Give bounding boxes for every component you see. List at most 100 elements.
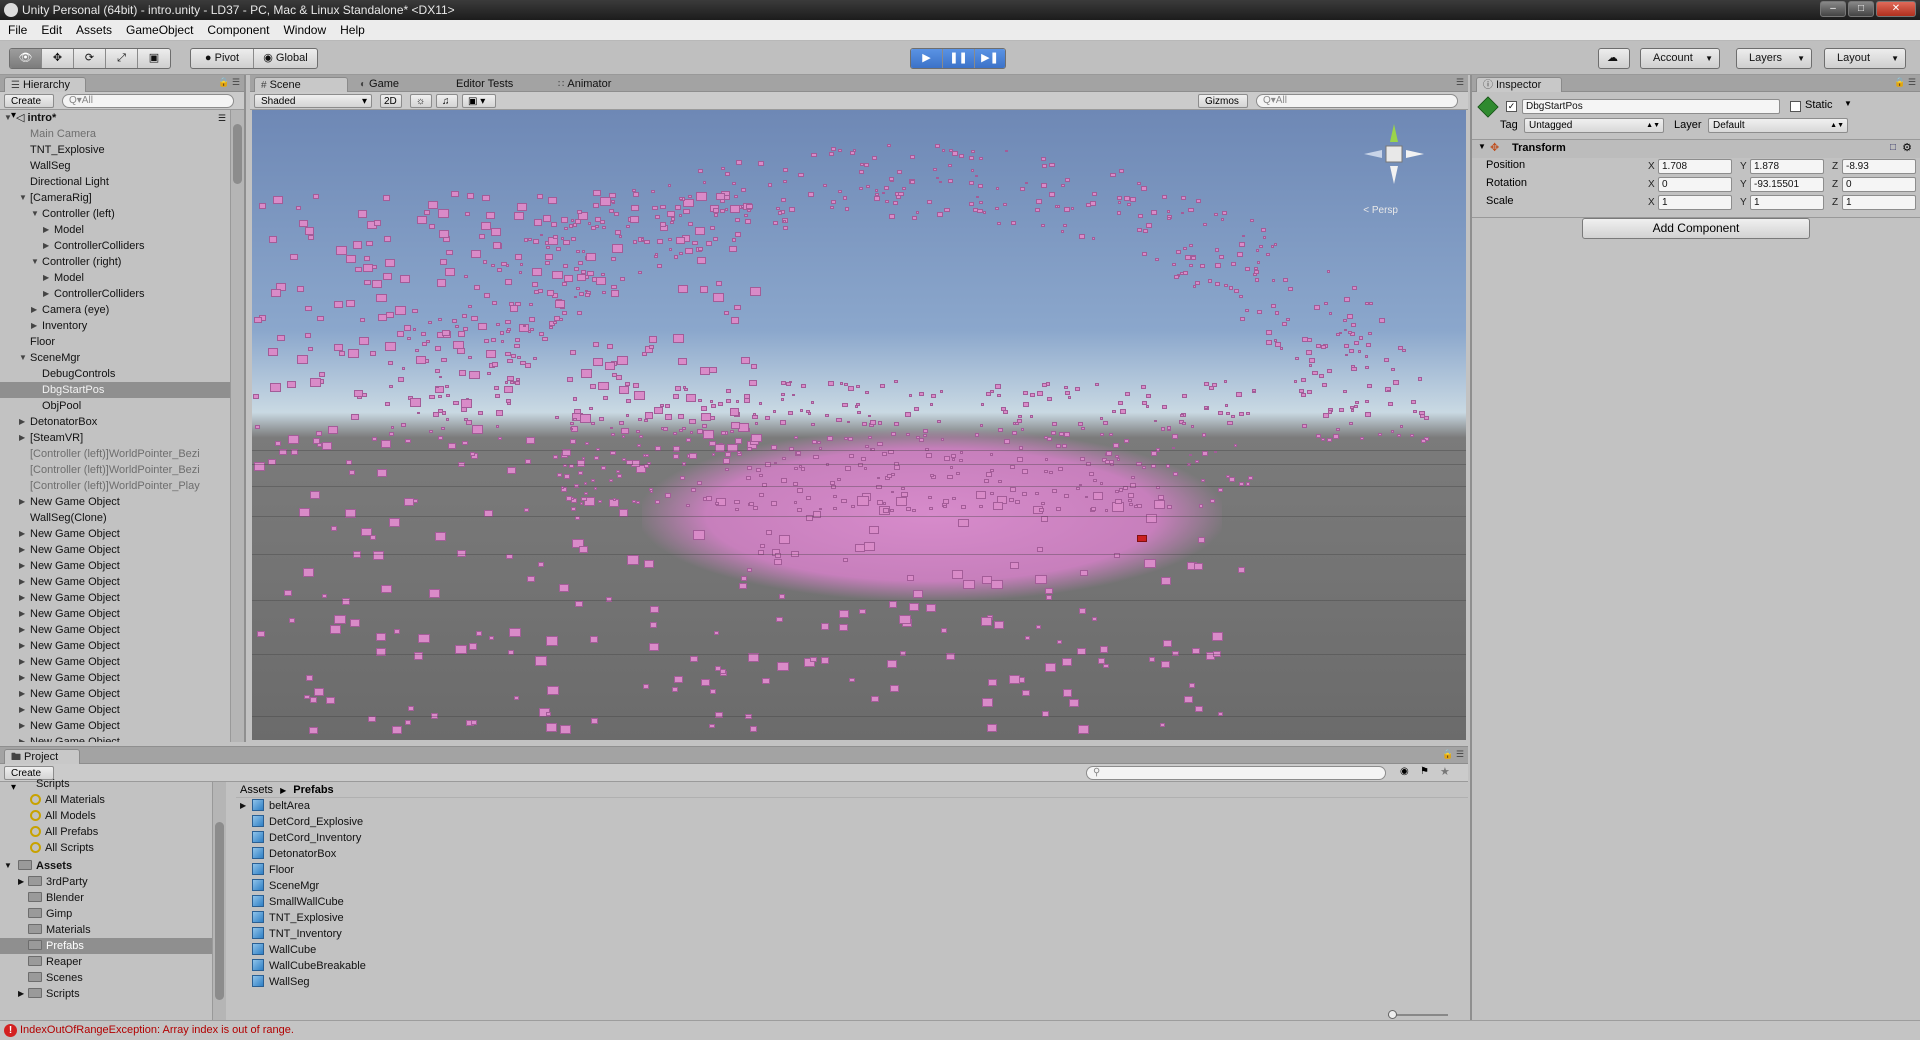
folder-item[interactable]: Scenes bbox=[0, 970, 226, 986]
active-checkbox[interactable]: ✓ bbox=[1506, 101, 1517, 112]
breadcrumb-assets[interactable]: Assets bbox=[240, 784, 273, 796]
hierarchy-item[interactable]: Floor bbox=[0, 334, 230, 350]
expand-arrow-icon[interactable]: ▼ bbox=[4, 110, 12, 126]
collapse-arrow-icon[interactable]: ▶ bbox=[43, 222, 49, 238]
tab-editor-tests[interactable]: Editor Tests bbox=[450, 77, 519, 92]
prefab-item[interactable]: Floor bbox=[236, 862, 1468, 878]
rotation-x-field[interactable]: 0 bbox=[1658, 177, 1732, 192]
position-y-field[interactable]: 1.878 bbox=[1750, 159, 1824, 174]
gizmos-dropdown[interactable]: Gizmos ▾ bbox=[1198, 94, 1248, 121]
expand-arrow-icon[interactable]: ▼ bbox=[31, 254, 39, 270]
collapse-arrow-icon[interactable]: ▶ bbox=[19, 558, 25, 574]
hierarchy-item[interactable]: ▶ Model bbox=[0, 222, 230, 238]
hierarchy-item[interactable]: WallSeg(Clone) bbox=[0, 510, 230, 526]
audio-toggle-speaker-icon[interactable]: ♫ bbox=[436, 94, 458, 108]
hierarchy-item[interactable]: DbgStartPos bbox=[0, 382, 230, 398]
collapse-arrow-icon[interactable]: ▶ bbox=[43, 238, 49, 254]
add-component-button[interactable]: Add Component bbox=[1582, 218, 1810, 239]
expand-arrow-icon[interactable]: ▼ bbox=[31, 206, 39, 222]
tab-inspector[interactable]: ⓘ Inspector bbox=[1476, 77, 1562, 92]
hierarchy-item[interactable]: ▶ New Game Object bbox=[0, 686, 230, 702]
favorite-item[interactable]: All Scripts bbox=[0, 840, 226, 856]
collapse-arrow-icon[interactable]: ▶ bbox=[19, 702, 25, 718]
hierarchy-item[interactable]: ▶ Camera (eye) bbox=[0, 302, 230, 318]
collapse-arrow-icon[interactable]: ▶ bbox=[19, 574, 25, 590]
favorite-star-icon[interactable]: ★ bbox=[1440, 765, 1450, 778]
hierarchy-item[interactable]: ▶ New Game Object bbox=[0, 526, 230, 542]
effects-dropdown-image-icon[interactable]: ▣ ▾ bbox=[462, 94, 496, 108]
move-tool-icon[interactable]: ✥ bbox=[42, 49, 74, 68]
prefab-item[interactable]: TNT_Inventory bbox=[236, 926, 1468, 942]
folder-item[interactable]: Blender bbox=[0, 890, 226, 906]
minimize-button[interactable]: – bbox=[1820, 1, 1846, 17]
collapse-arrow-icon[interactable]: ▶ bbox=[19, 526, 25, 542]
expand-arrow-icon[interactable]: ▶ bbox=[18, 986, 24, 1002]
prefab-item[interactable]: DetonatorBox bbox=[236, 846, 1468, 862]
favorite-item[interactable]: All Models bbox=[0, 808, 226, 824]
filter-by-type-icon[interactable]: ◉ bbox=[1400, 766, 1409, 777]
collapse-arrow-icon[interactable]: ▶ bbox=[43, 270, 49, 286]
layer-dropdown[interactable]: Default ▲▼ bbox=[1708, 118, 1848, 133]
hierarchy-item[interactable]: TNT_Explosive bbox=[0, 142, 230, 158]
folder-item[interactable]: Gimp bbox=[0, 906, 226, 922]
hierarchy-item[interactable]: Directional Light bbox=[0, 174, 230, 190]
pivot-button[interactable]: ● Pivot bbox=[191, 49, 254, 68]
prefab-item[interactable]: WallCube bbox=[236, 942, 1468, 958]
hierarchy-item[interactable]: [Controller (left)]WorldPointer_Play bbox=[0, 478, 230, 494]
foldout-arrow-icon[interactable]: ▼ bbox=[1478, 142, 1486, 151]
pause-button[interactable]: ❚❚ bbox=[943, 49, 975, 68]
hierarchy-item[interactable]: ▼ [CameraRig] bbox=[0, 190, 230, 206]
hierarchy-item[interactable]: ▼ Controller (left) bbox=[0, 206, 230, 222]
global-button[interactable]: ◉ Global bbox=[254, 49, 317, 68]
prefab-item[interactable]: ▶ beltArea bbox=[236, 798, 1468, 814]
layout-dropdown[interactable]: Layout ▼ bbox=[1824, 48, 1906, 69]
prefab-item[interactable]: TNT_Explosive bbox=[236, 910, 1468, 926]
rotation-y-field[interactable]: -93.15501 bbox=[1750, 177, 1824, 192]
menu-assets[interactable]: Assets bbox=[76, 23, 112, 37]
prefab-item[interactable]: DetCord_Inventory bbox=[236, 830, 1468, 846]
folder-item[interactable]: Reaper bbox=[0, 954, 226, 970]
expand-arrow-icon[interactable]: ▶ bbox=[240, 798, 246, 814]
folder-item[interactable]: Prefabs bbox=[0, 938, 226, 954]
scale-tool-icon[interactable]: ⤢ bbox=[106, 49, 138, 68]
assets-root-row[interactable]: ▼ Assets bbox=[0, 858, 226, 874]
prefab-item[interactable]: SceneMgr bbox=[236, 878, 1468, 894]
hierarchy-item[interactable]: ▼ SceneMgr bbox=[0, 350, 230, 366]
menu-window[interactable]: Window bbox=[283, 23, 326, 37]
favorite-item[interactable]: All Prefabs bbox=[0, 824, 226, 840]
collapse-arrow-icon[interactable]: ▶ bbox=[31, 302, 37, 318]
menu-gameobject[interactable]: GameObject bbox=[126, 23, 193, 37]
object-name-field[interactable]: DbgStartPos bbox=[1522, 99, 1780, 114]
layers-dropdown[interactable]: Layers ▼ bbox=[1736, 48, 1812, 69]
status-bar[interactable]: ! IndexOutOfRangeException: Array index … bbox=[0, 1020, 1920, 1040]
hierarchy-item[interactable]: ▶ New Game Object bbox=[0, 718, 230, 734]
favorite-item[interactable]: All Materials bbox=[0, 792, 226, 808]
hierarchy-search-input[interactable]: Q▾All bbox=[62, 94, 234, 108]
persp-label[interactable]: < Persp bbox=[1363, 205, 1398, 216]
hierarchy-item[interactable]: ▶ New Game Object bbox=[0, 638, 230, 654]
menu-component[interactable]: Component bbox=[207, 23, 269, 37]
collapse-arrow-icon[interactable]: ▶ bbox=[43, 286, 49, 302]
zoom-slider-thumb[interactable] bbox=[1388, 1010, 1397, 1019]
prefab-item[interactable]: WallCubeBreakable bbox=[236, 958, 1468, 974]
hierarchy-item[interactable]: DebugControls bbox=[0, 366, 230, 382]
collapse-arrow-icon[interactable]: ▶ bbox=[19, 414, 25, 430]
prefab-item[interactable]: DetCord_Explosive bbox=[236, 814, 1468, 830]
hierarchy-scroll-thumb[interactable] bbox=[233, 124, 242, 184]
collapse-arrow-icon[interactable]: ▶ bbox=[19, 542, 25, 558]
folder-tree-scrollbar[interactable] bbox=[212, 782, 226, 1020]
tab-game[interactable]: ◐ Game bbox=[354, 77, 405, 92]
filter-by-label-icon[interactable]: ⚑ bbox=[1420, 766, 1429, 777]
position-x-field[interactable]: 1.708 bbox=[1658, 159, 1732, 174]
hierarchy-item[interactable]: ▶ New Game Object bbox=[0, 590, 230, 606]
menu-help[interactable]: Help bbox=[340, 23, 365, 37]
close-button[interactable]: ✕ bbox=[1876, 1, 1916, 17]
folder-item[interactable]: ▶ Scripts bbox=[0, 986, 226, 1002]
hierarchy-item[interactable]: ▶ New Game Object bbox=[0, 702, 230, 718]
folder-item[interactable]: ▶ 3rdParty bbox=[0, 874, 226, 890]
prefab-item[interactable]: WallSeg bbox=[236, 974, 1468, 990]
hierarchy-item[interactable]: [Controller (left)]WorldPointer_Bezi bbox=[0, 462, 230, 478]
hierarchy-item[interactable]: ▶ DetonatorBox bbox=[0, 414, 230, 430]
hierarchy-item[interactable]: ▶ New Game Object bbox=[0, 606, 230, 622]
panel-menu-icon[interactable]: ☰ bbox=[1456, 77, 1464, 88]
